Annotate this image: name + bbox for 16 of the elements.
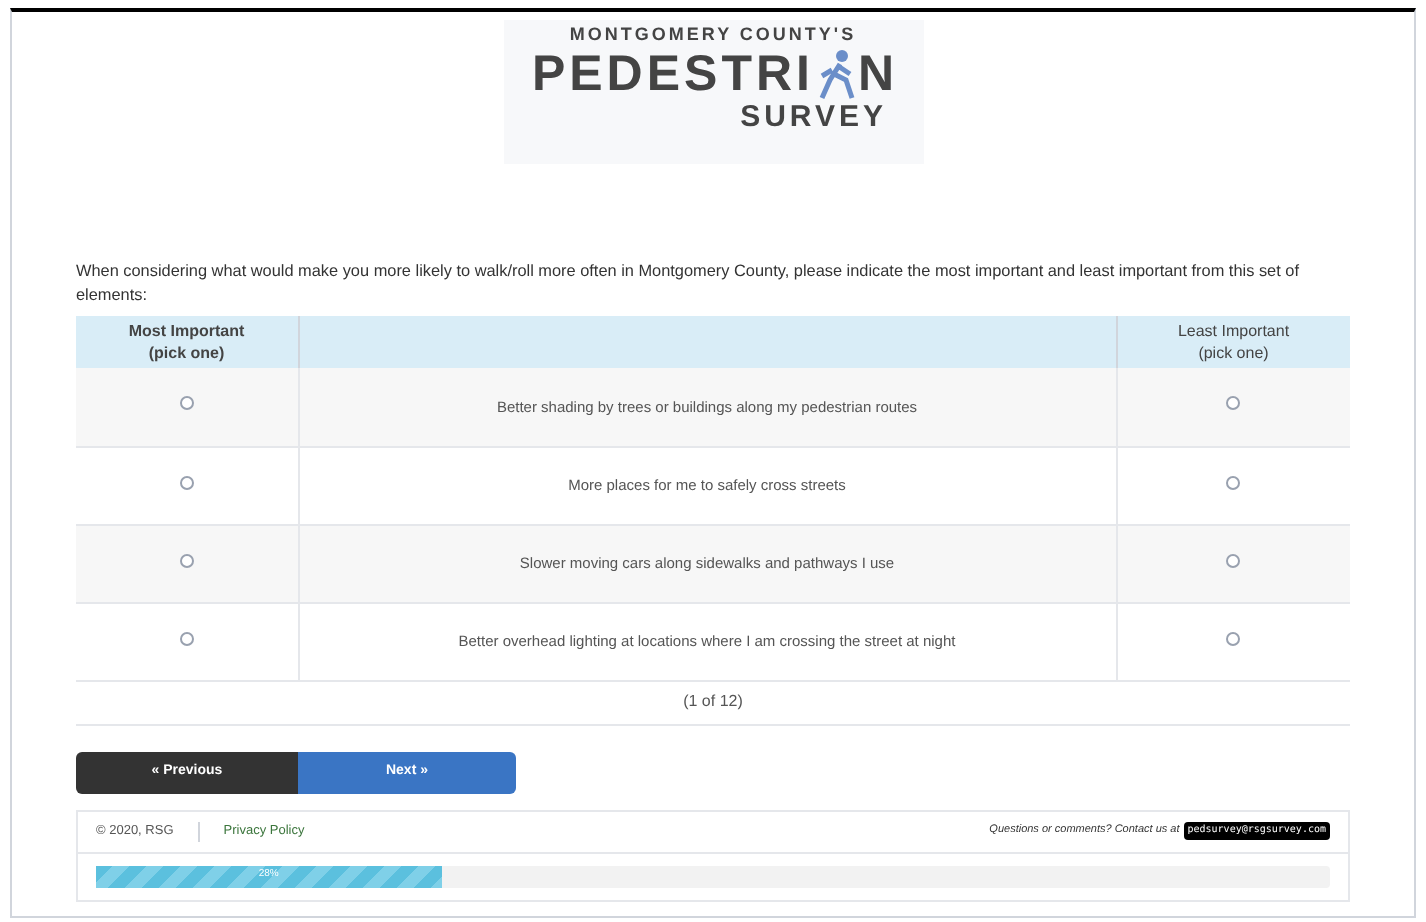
radio-button[interactable] [179,475,194,489]
question-text: When considering what would make you more likely to walk/roll more often in Montgomery County, please indicate the most important and least important from this set of elements: [76,260,1301,308]
column-header: Most Important (pick one) [76,316,298,368]
radio-button[interactable] [1226,631,1241,645]
radio-button[interactable] [179,553,194,567]
radio-button[interactable] [1226,396,1241,411]
logo-text: MONTGOMERY COUNTY'S [569,24,857,46]
logo-text: N [857,46,895,102]
logo-text: SURVEY [740,102,887,134]
radio-button[interactable] [1226,475,1241,489]
logo-text: PEDESTRI [531,46,814,102]
radio-button[interactable] [179,396,194,411]
page-indicator: (1 of 12) [683,689,743,713]
column-header: Least Important (pick one) [1116,316,1350,368]
radio-button[interactable] [179,631,194,645]
radio-button[interactable] [1226,553,1241,567]
